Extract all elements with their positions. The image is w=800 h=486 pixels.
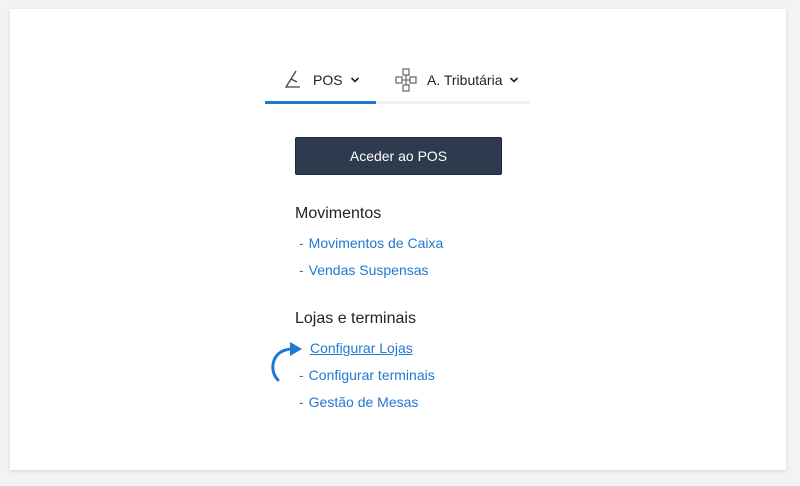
list-dash: - — [299, 394, 304, 410]
list-dash: - — [299, 235, 304, 251]
list-dash: - — [299, 262, 304, 278]
tab-pos-label: POS — [313, 72, 343, 88]
link-cash-movements[interactable]: Movimentos de Caixa — [309, 235, 444, 251]
section-title-stores-terminals: Lojas e terminais — [295, 310, 416, 327]
link-table-management[interactable]: Gestão de Mesas — [309, 394, 419, 410]
chevron-down-icon — [509, 76, 519, 84]
access-pos-button[interactable]: Aceder ao POS — [295, 137, 502, 175]
tab-bar: POS A. Tributária — [265, 59, 530, 104]
tab-pos[interactable]: POS — [265, 59, 376, 104]
link-configure-terminals[interactable]: Configurar terminais — [309, 367, 435, 383]
pos-icon — [283, 69, 303, 91]
list-item: Configurar Lojas — [310, 340, 413, 356]
link-configure-stores[interactable]: Configurar Lojas — [310, 340, 413, 356]
tab-tax-authority[interactable]: A. Tributária — [395, 59, 530, 101]
list-item: - Movimentos de Caixa — [299, 235, 443, 251]
list-item: - Gestão de Mesas — [299, 394, 418, 410]
link-suspended-sales[interactable]: Vendas Suspensas — [309, 262, 429, 278]
curved-arrow-icon — [271, 342, 302, 382]
section-title-movements: Movimentos — [295, 205, 382, 222]
list-item: - Configurar terminais — [299, 367, 435, 383]
tax-authority-icon — [395, 68, 417, 92]
list-item: - Vendas Suspensas — [299, 262, 429, 278]
chevron-down-icon — [350, 76, 360, 84]
tab-tax-authority-label: A. Tributária — [427, 72, 503, 88]
